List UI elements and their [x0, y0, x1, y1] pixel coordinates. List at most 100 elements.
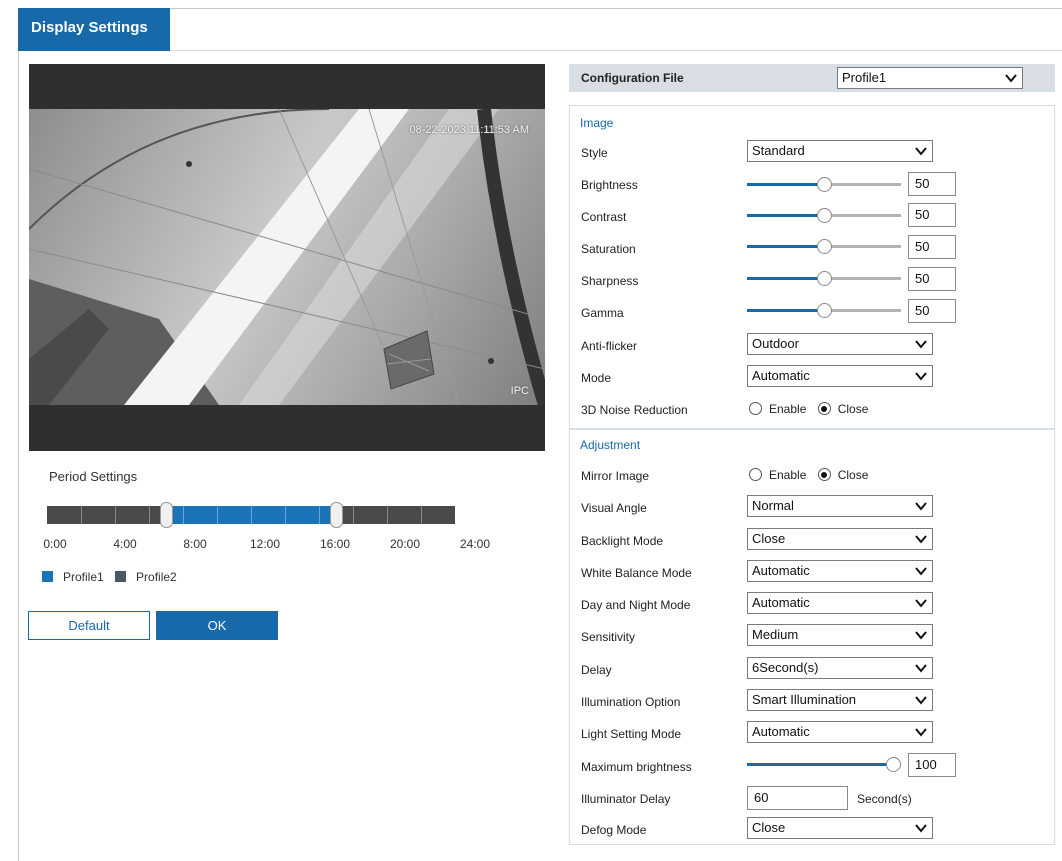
sensitivity-select[interactable]: Medium — [747, 624, 933, 646]
period-start-handle[interactable] — [160, 502, 173, 528]
light-setting-mode-label: Light Setting Mode — [581, 727, 682, 741]
legend-profile2-label: Profile2 — [136, 570, 177, 584]
brightness-value[interactable]: 50 — [908, 172, 956, 196]
mode-value: Automatic — [752, 368, 810, 383]
backlight-mode-select[interactable]: Close — [747, 528, 933, 550]
max-brightness-slider[interactable] — [747, 757, 901, 772]
sharpness-slider[interactable] — [747, 271, 901, 286]
sensitivity-value: Medium — [752, 627, 799, 642]
default-button[interactable]: Default — [28, 611, 150, 640]
noise-reduction-close-radio[interactable] — [817, 402, 831, 415]
period-end-handle[interactable] — [330, 502, 343, 528]
mode-select[interactable]: Automatic — [747, 365, 933, 387]
brightness-label: Brightness — [581, 178, 638, 192]
saturation-slider[interactable] — [747, 239, 901, 254]
gamma-slider-fill — [747, 309, 824, 312]
contrast-slider-fill — [747, 214, 824, 217]
configuration-file-label: Configuration File — [581, 71, 684, 85]
visual-angle-select[interactable]: Normal — [747, 495, 933, 517]
white-balance-label: White Balance Mode — [581, 566, 692, 580]
mode-label: Mode — [581, 371, 612, 385]
gamma-value[interactable]: 50 — [908, 299, 956, 323]
camera-scene — [29, 109, 545, 405]
contrast-slider-knob[interactable] — [816, 208, 832, 223]
configuration-file-bar: Configuration File Profile1 — [569, 64, 1055, 92]
max-brightness-slider-knob[interactable] — [886, 757, 901, 772]
style-label: Style — [581, 146, 608, 160]
chevron-down-icon — [915, 535, 927, 544]
timeline-tick — [183, 506, 184, 524]
timeline-hour-label: 24:00 — [459, 537, 491, 551]
defog-mode-value: Close — [752, 820, 786, 835]
illumination-option-select[interactable]: Smart Illumination — [747, 689, 933, 711]
noise-reduction-close-label: Close — [837, 402, 869, 416]
brightness-slider[interactable] — [747, 177, 901, 192]
timeline-tick — [81, 506, 82, 524]
chevron-down-icon — [915, 728, 927, 737]
illuminator-delay-label: Illuminator Delay — [581, 792, 671, 806]
light-setting-mode-select[interactable]: Automatic — [747, 721, 933, 743]
sensitivity-label: Sensitivity — [581, 630, 636, 644]
chevron-down-icon — [915, 147, 927, 156]
legend-profile2-swatch — [115, 571, 127, 582]
saturation-value[interactable]: 50 — [908, 235, 956, 259]
sharpness-value[interactable]: 50 — [908, 267, 956, 291]
contrast-label: Contrast — [581, 210, 627, 224]
chevron-down-icon — [915, 664, 927, 673]
configuration-file-select[interactable]: Profile1 — [837, 67, 1023, 89]
ok-button[interactable]: OK — [156, 611, 278, 640]
chevron-down-icon — [915, 502, 927, 511]
mirror-enable-radio[interactable] — [749, 468, 762, 481]
timeline-hour-label: 0:00 — [43, 537, 67, 551]
live-preview[interactable]: 08-22-2023 11:11:53 AM IPC — [29, 64, 545, 451]
anti-flicker-select[interactable]: Outdoor — [747, 333, 933, 355]
profile-legend: Profile1 Profile2 — [42, 570, 185, 584]
chevron-down-icon — [915, 567, 927, 576]
camera-image: 08-22-2023 11:11:53 AM IPC — [29, 109, 545, 405]
illuminator-delay-input[interactable]: 60 — [747, 786, 848, 810]
sharpness-slider-fill — [747, 277, 824, 280]
visual-angle-value: Normal — [752, 498, 794, 513]
style-select[interactable]: Standard — [747, 140, 933, 162]
saturation-slider-knob[interactable] — [816, 239, 832, 254]
contrast-value[interactable]: 50 — [908, 203, 956, 227]
gamma-slider-knob[interactable] — [816, 303, 832, 318]
backlight-mode-value: Close — [752, 531, 786, 546]
brightness-slider-knob[interactable] — [816, 177, 832, 192]
chevron-down-icon — [1005, 74, 1017, 83]
delay-select[interactable]: 6Second(s) — [747, 657, 933, 679]
max-brightness-slider-fill — [747, 763, 893, 766]
mirror-image-radio-group: Enable Close — [749, 468, 876, 482]
legend-profile2: Profile2 — [115, 570, 177, 584]
timeline-tick — [285, 506, 286, 524]
timeline-hour-label: 4:00 — [113, 537, 137, 551]
timeline-hour-label: 8:00 — [183, 537, 207, 551]
timeline-tick — [353, 506, 354, 524]
max-brightness-label: Maximum brightness — [581, 760, 692, 774]
timeline-tick — [387, 506, 388, 524]
gamma-slider[interactable] — [747, 303, 901, 318]
legend-profile1-label: Profile1 — [63, 570, 104, 584]
mirror-image-label: Mirror Image — [581, 469, 650, 483]
sharpness-label: Sharpness — [581, 274, 639, 288]
max-brightness-value[interactable]: 100 — [908, 753, 956, 777]
period-timeline[interactable] — [47, 502, 455, 528]
configuration-file-value: Profile1 — [842, 70, 887, 85]
osd-camera-name: IPC — [510, 385, 529, 397]
defog-mode-select[interactable]: Close — [747, 817, 933, 839]
chevron-down-icon — [915, 372, 927, 381]
chevron-down-icon — [915, 599, 927, 608]
mirror-enable-label: Enable — [769, 468, 807, 482]
contrast-slider[interactable] — [747, 208, 901, 223]
illuminator-delay-unit: Second(s) — [857, 792, 912, 806]
white-balance-select[interactable]: Automatic — [747, 560, 933, 582]
illumination-option-label: Illumination Option — [581, 695, 681, 709]
anti-flicker-value: Outdoor — [752, 336, 799, 351]
tab-display-settings[interactable]: Display Settings — [18, 8, 170, 51]
mirror-close-radio[interactable] — [817, 468, 831, 481]
visual-angle-label: Visual Angle — [581, 501, 647, 515]
sharpness-slider-knob[interactable] — [816, 271, 832, 286]
day-night-select[interactable]: Automatic — [747, 592, 933, 614]
defog-mode-label: Defog Mode — [581, 823, 647, 837]
noise-reduction-enable-radio[interactable] — [749, 402, 762, 415]
